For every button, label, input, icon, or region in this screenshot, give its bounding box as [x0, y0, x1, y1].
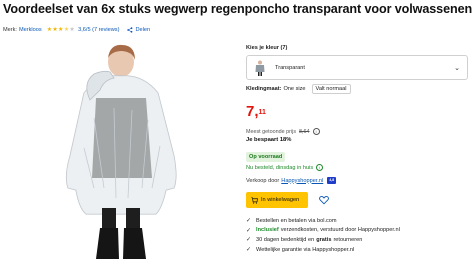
usp-text: Bestellen en betalen via bol.com: [256, 217, 337, 224]
size-row: Kledingmaat: One size Valt normaal: [246, 84, 351, 94]
heart-icon[interactable]: [319, 195, 329, 205]
usp-highlight: Inclusief: [256, 227, 279, 234]
usp-list: ✓ Bestellen en betalen via bol.com ✓ Inc…: [246, 216, 400, 254]
seller-link[interactable]: Happyshopper.nl: [281, 178, 323, 184]
rating-link[interactable]: 3,6/5 (7 reviews): [78, 27, 119, 33]
seller-info: Verkoop door Happyshopper.nl 4,8: [246, 177, 337, 184]
color-select[interactable]: Transparant ⌄: [246, 55, 468, 80]
compare-value: 8,64: [299, 128, 310, 135]
info-icon[interactable]: i: [312, 128, 320, 135]
check-icon: ✓: [246, 227, 252, 234]
color-label: Kies je kleur (7): [246, 45, 288, 51]
usp-item: ✓ Inclusief verzendkosten, verstuurd doo…: [246, 226, 400, 236]
size-fit-pill[interactable]: Valt normaal: [311, 84, 351, 94]
size-selected: One size: [283, 86, 306, 92]
delivery-text: Nu besteld, dinsdag in huis: [246, 164, 314, 171]
usp-text: Wettelijke garantie via Happyshopper.nl: [256, 246, 355, 253]
saving-text: Je bespaart 18%: [246, 137, 292, 143]
usp-suffix: retourneren: [333, 236, 363, 243]
check-icon: ✓: [246, 218, 252, 225]
delivery-info: Nu besteld, dinsdag in huis i: [246, 164, 324, 171]
add-to-cart-button[interactable]: In winkelwagen: [246, 192, 308, 208]
color-select-value: Transparant: [275, 65, 305, 71]
product-meta: Merk: Merkloos ★★★★★ 3,6/5 (7 reviews) D…: [3, 26, 150, 34]
usp-text: verzendkosten, verstuurd door Happyshopp…: [280, 227, 400, 234]
color-swatch-image: [255, 60, 265, 76]
brand-prefix: Merk:: [3, 26, 17, 33]
add-to-cart-label: In winkelwagen: [261, 197, 300, 203]
stock-badge: Op voorraad: [246, 152, 286, 162]
share-icon: [127, 26, 133, 33]
usp-item: ✓ 30 dagen bedenktijd en gratis retourne…: [246, 235, 400, 245]
usp-item: ✓ Wettelijke garantie via Happyshopper.n…: [246, 245, 400, 255]
chevron-down-icon: ⌄: [454, 65, 460, 72]
compare-label: Meest getoonde prijs: [246, 128, 297, 135]
check-icon: ✓: [246, 247, 252, 254]
compare-price: Meest getoonde prijs 8,64 i: [246, 128, 320, 135]
product-title: Voordeelset van 6x stuks wegwerp regenpo…: [3, 2, 473, 16]
product-image[interactable]: [24, 38, 224, 259]
brand-link[interactable]: Merkloos: [19, 27, 42, 33]
cart-icon: [251, 196, 258, 204]
seller-prefix: Verkoop door: [246, 177, 280, 184]
price-cents: 11: [258, 109, 266, 116]
usp-text: 30 dagen bedenktijd en: [256, 236, 315, 243]
check-icon: ✓: [246, 237, 252, 244]
seller-rating-badge: 4,8: [327, 177, 337, 184]
info-icon[interactable]: i: [316, 164, 324, 171]
rating-stars: ★★★★★: [46, 27, 76, 33]
share-button[interactable]: Delen: [127, 27, 150, 33]
usp-bold: gratis: [316, 236, 332, 243]
size-label: Kledingmaat:: [246, 86, 282, 92]
price: 7,11: [246, 103, 266, 120]
share-label: Delen: [135, 26, 151, 33]
usp-item: ✓ Bestellen en betalen via bol.com: [246, 216, 400, 226]
